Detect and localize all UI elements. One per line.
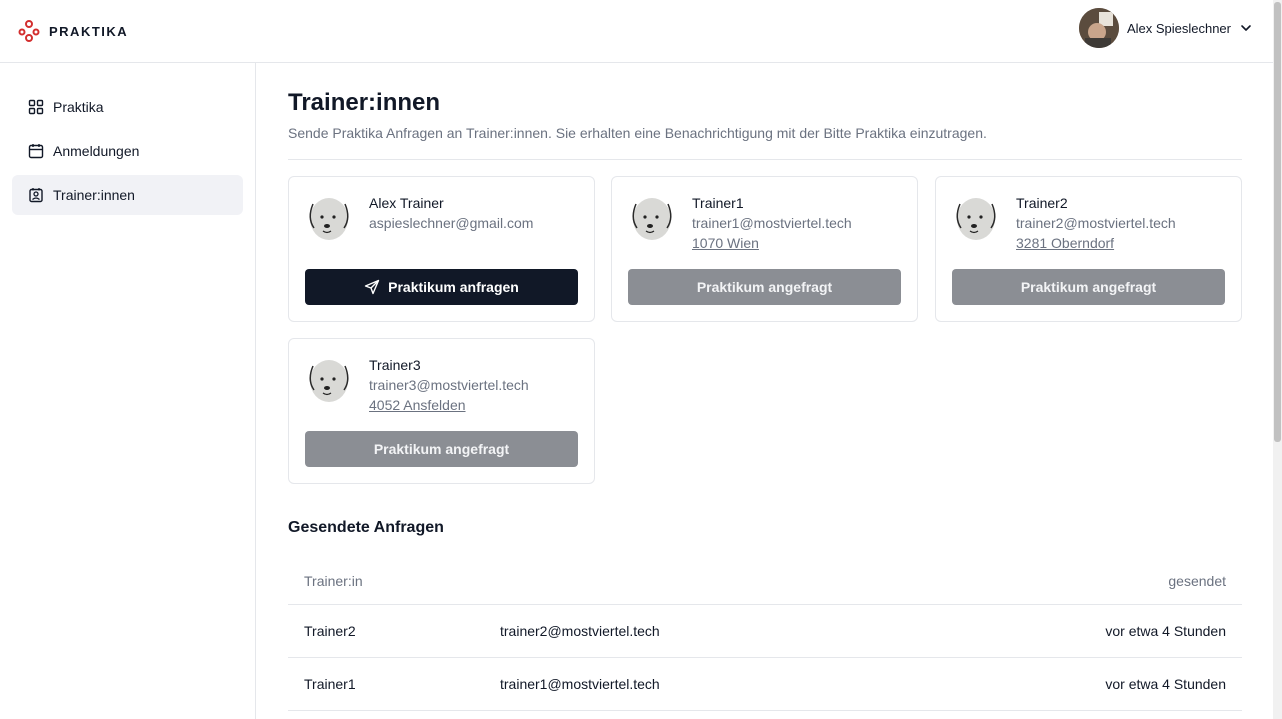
table-row: Trainer1 trainer1@mostviertel.tech vor e… [288,658,1242,711]
trainer-card: Trainer2 trainer2@mostviertel.tech 3281 … [935,176,1242,322]
internship-requested-button[interactable]: Praktikum angefragt [305,431,578,467]
sidebar-item-label: Anmeldungen [53,143,140,159]
column-header-sent: gesendet [1168,573,1226,589]
sidebar-item-label: Trainer:innen [53,187,135,203]
row-trainer-name: Trainer2 [304,623,356,639]
trainer-card: Trainer3 trainer3@mostviertel.tech 4052 … [288,338,595,484]
sidebar-item-trainerinnen[interactable]: Trainer:innen [12,175,243,215]
trainer-name: Trainer2 [1016,195,1068,211]
row-sent-time: vor etwa 4 Stunden [1105,676,1226,692]
user-name: Alex Spieslechner [1126,20,1231,36]
top-bar: PRAKTIKA Alex Spieslechner [0,0,1273,63]
section-title: Gesendete Anfragen [288,519,444,536]
requests-table: Trainer:in gesendet Trainer2 trainer2@mo… [288,552,1242,711]
divider [288,159,1242,160]
dog-avatar-icon [309,198,349,240]
button-label: Praktikum angefragt [373,441,510,457]
page-subtitle: Sende Praktika Anfragen an Trainer:innen… [288,125,987,141]
trainer-name: Trainer1 [692,195,744,211]
internship-requested-button[interactable]: Praktikum angefragt [628,269,901,305]
trainer-name: Trainer3 [369,357,421,373]
scrollbar[interactable] [1273,0,1282,719]
row-trainer-email: trainer1@mostviertel.tech [500,676,660,692]
send-icon [364,279,380,295]
trainer-location-link[interactable]: 4052 Ansfelden [369,397,466,413]
dog-avatar-icon [632,198,672,240]
trainer-name: Alex Trainer [369,195,444,211]
trainer-email: trainer3@mostviertel.tech [369,377,529,393]
sidebar-item-anmeldungen[interactable]: Anmeldungen [12,131,243,171]
internship-requested-button[interactable]: Praktikum angefragt [952,269,1225,305]
button-label: Praktikum angefragt [1020,279,1157,295]
column-header-trainer: Trainer:in [304,573,363,589]
logo[interactable]: PRAKTIKA [17,19,128,43]
user-menu[interactable]: Alex Spieslechner [1078,8,1253,48]
table-row: Trainer2 trainer2@mostviertel.tech vor e… [288,605,1242,658]
avatar [1078,8,1119,48]
scrollbar-thumb[interactable] [1274,2,1281,442]
button-label: Praktikum angefragt [696,279,833,295]
contact-icon [29,188,43,203]
row-sent-time: vor etwa 4 Stunden [1105,623,1226,639]
trainer-email: aspieslechner@gmail.com [369,215,534,231]
trainer-email: trainer1@mostviertel.tech [692,215,852,231]
trainer-location-link[interactable]: 3281 Oberndorf [1016,235,1114,251]
table-header: Trainer:in gesendet [288,552,1242,605]
sidebar-item-praktika[interactable]: Praktika [12,87,243,127]
grid-icon [28,99,44,115]
chevron-down-icon [1241,25,1251,31]
row-trainer-name: Trainer1 [304,676,356,692]
calendar-icon [28,144,44,159]
paw-logo-icon [18,20,40,42]
trainer-email: trainer2@mostviertel.tech [1016,215,1176,231]
dog-avatar-icon [956,198,996,240]
request-internship-button[interactable]: Praktikum anfragen [305,269,578,305]
trainer-card: Trainer1 trainer1@mostviertel.tech 1070 … [611,176,918,322]
trainer-card: Alex Trainer aspieslechner@gmail.com Pra… [288,176,595,322]
dog-avatar-icon [309,360,349,402]
page-title: Trainer:innen [288,89,441,116]
sidebar-item-label: Praktika [53,99,104,115]
trainer-location-link[interactable]: 1070 Wien [692,235,759,251]
row-trainer-email: trainer2@mostviertel.tech [500,623,660,639]
brand-name: PRAKTIKA [49,23,129,39]
button-label: Praktikum anfragen [388,279,519,295]
sidebar: Praktika Anmeldungen Trainer:innen [0,63,256,719]
